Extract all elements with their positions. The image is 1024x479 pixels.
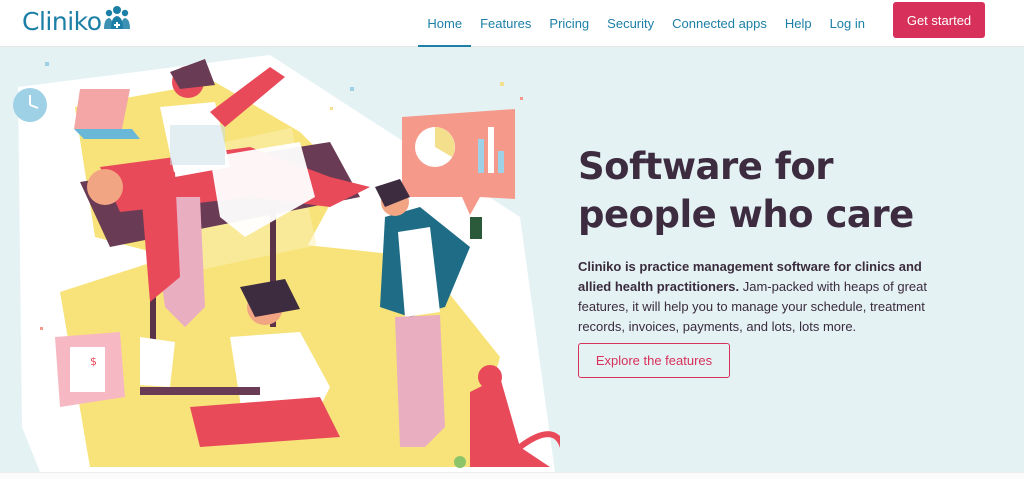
site-header: Cliniko Home Features Pricing Security C… [0, 0, 1024, 47]
main-nav: Home Features Pricing Security Connected… [418, 0, 874, 47]
nav-pricing[interactable]: Pricing [540, 0, 598, 46]
cliniko-people-icon [103, 6, 130, 29]
svg-text:$: $ [90, 355, 97, 368]
explore-features-button[interactable]: Explore the features [578, 343, 730, 378]
logo-link[interactable]: Cliniko [22, 3, 131, 39]
headline-line-1: Software for [578, 145, 834, 188]
get-started-button[interactable]: Get started [893, 2, 985, 38]
nav-login[interactable]: Log in [821, 0, 874, 46]
clock-icon [13, 88, 47, 122]
hero-headline: Software for people who care [578, 143, 998, 239]
hero-illustration: $ [13, 55, 560, 472]
hero-section: $ Software for people who care Cliniko i… [0, 47, 1024, 472]
nav-security[interactable]: Security [598, 0, 663, 46]
nav-home[interactable]: Home [418, 0, 471, 47]
headline-line-2: people who care [578, 193, 914, 236]
nav-connected-apps[interactable]: Connected apps [663, 0, 776, 46]
invoice-bubble: $ [55, 332, 125, 407]
logo-text: Cliniko [22, 6, 102, 36]
nav-features[interactable]: Features [471, 0, 540, 46]
hero-description: Cliniko is practice management software … [578, 257, 943, 337]
nav-help[interactable]: Help [776, 0, 821, 46]
